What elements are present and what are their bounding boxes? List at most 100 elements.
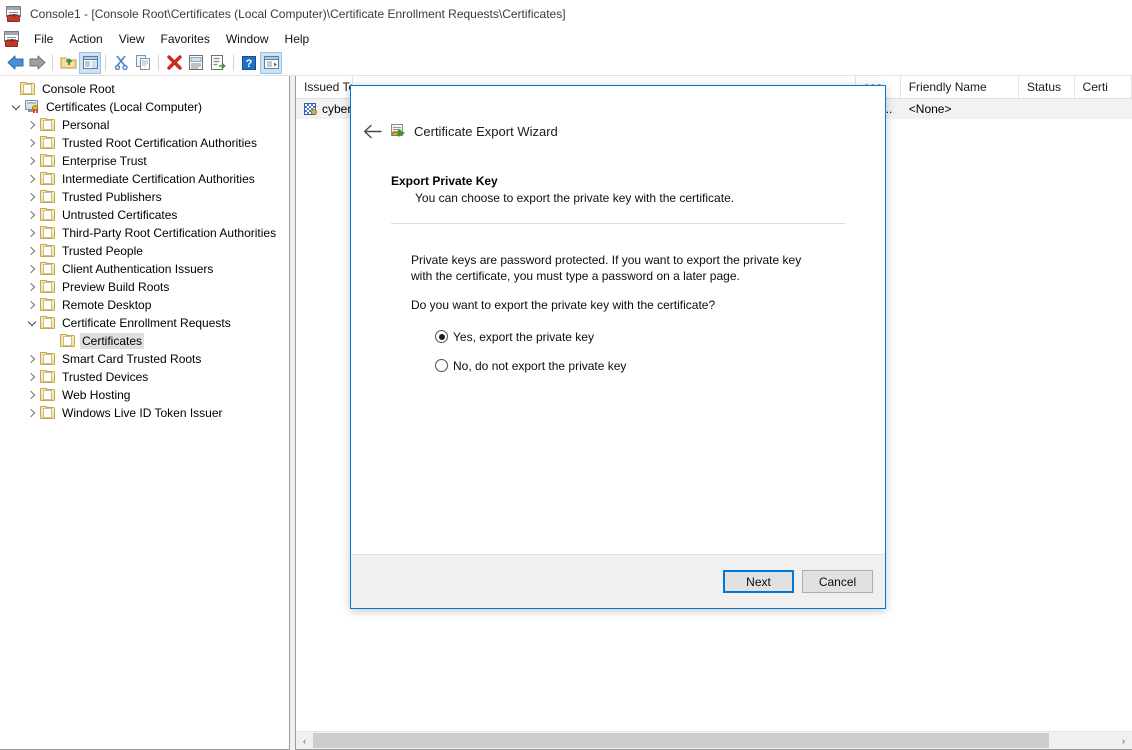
show-action-pane-icon[interactable] <box>260 51 282 74</box>
delete-icon[interactable] <box>163 52 185 74</box>
list-horizontal-scrollbar[interactable]: ‹ › <box>296 731 1132 749</box>
scroll-right-icon[interactable]: › <box>1115 732 1132 749</box>
folder-icon <box>40 298 56 312</box>
help-icon[interactable]: ? <box>238 52 260 74</box>
copy-icon[interactable] <box>132 52 154 74</box>
radio-option-no-export[interactable]: No, do not export the private key <box>435 355 845 376</box>
chevron-right-icon[interactable] <box>24 369 40 385</box>
show-hide-console-tree-icon[interactable] <box>79 51 101 74</box>
tree-item-console-root[interactable]: Console Root <box>0 80 289 98</box>
scrollbar-track[interactable] <box>313 732 1115 749</box>
column-header-friendly-name[interactable]: Friendly Name <box>901 76 1019 98</box>
console-tree-pane[interactable]: Console Root Certificates (Local Compute… <box>0 76 290 750</box>
cut-icon[interactable] <box>110 52 132 74</box>
column-header-issued-to[interactable]: Issued To <box>296 76 354 98</box>
chevron-right-icon[interactable] <box>24 243 40 259</box>
certificate-export-wizard-dialog: close-icon Certificate Export Wizard Exp… <box>350 85 886 609</box>
back-icon[interactable] <box>4 52 26 74</box>
chevron-right-icon[interactable] <box>24 189 40 205</box>
tree-item-web-hosting[interactable]: Web Hosting <box>0 386 289 404</box>
chevron-right-icon[interactable] <box>24 171 40 187</box>
tree-item-certificates[interactable]: Certificates <box>0 332 289 350</box>
tree-item-trusted-devices[interactable]: Trusted Devices <box>0 368 289 386</box>
tree-item-trusted-root-certification-authorities[interactable]: Trusted Root Certification Authorities <box>0 134 289 152</box>
tree-item-intermediate-certification-authorities[interactable]: Intermediate Certification Authorities <box>0 170 289 188</box>
tree-item-smart-card-trusted-roots[interactable]: Smart Card Trusted Roots <box>0 350 289 368</box>
back-arrow-icon[interactable] <box>359 118 385 144</box>
tree-item-third-party-root-certification-authorities[interactable]: Third-Party Root Certification Authoriti… <box>0 224 289 242</box>
export-list-icon[interactable] <box>207 52 229 74</box>
tree-item-remote-desktop[interactable]: Remote Desktop <box>0 296 289 314</box>
radio-option-yes-export[interactable]: Yes, export the private key <box>435 326 845 347</box>
forward-arrow-glyph <box>29 55 45 70</box>
menu-action[interactable]: Action <box>61 29 110 49</box>
dialog-title: Certificate Export Wizard <box>414 123 558 139</box>
chevron-right-icon[interactable] <box>24 117 40 133</box>
tree-item-label: Console Root <box>42 82 115 96</box>
tree-item-label: Certificate Enrollment Requests <box>62 316 231 330</box>
tree-item-trusted-people[interactable]: Trusted People <box>0 242 289 260</box>
tree-item-label: Third-Party Root Certification Authoriti… <box>62 226 277 240</box>
chevron-right-icon[interactable] <box>24 135 40 151</box>
tree-item-label: Web Hosting <box>62 388 131 402</box>
tree-item-label: Certificates <box>80 333 145 349</box>
radio-button-selected-icon[interactable] <box>435 330 448 343</box>
properties-icon[interactable] <box>185 52 207 74</box>
chevron-right-icon[interactable] <box>24 207 40 223</box>
chevron-right-icon[interactable] <box>24 351 40 367</box>
chevron-right-icon[interactable] <box>24 405 40 421</box>
forward-icon[interactable] <box>26 52 48 74</box>
chevron-down-icon[interactable] <box>8 99 24 115</box>
folder-icon <box>40 280 56 294</box>
tree-item-label: Intermediate Certification Authorities <box>62 172 255 186</box>
chevron-right-icon[interactable] <box>24 225 40 241</box>
chevron-right-icon[interactable] <box>24 297 40 313</box>
folder-icon <box>40 226 56 240</box>
column-header-certificate-template[interactable]: Certi <box>1075 76 1132 98</box>
up-one-level-icon[interactable] <box>57 52 79 74</box>
menu-view[interactable]: View <box>111 29 153 49</box>
menu-window[interactable]: Window <box>218 29 277 49</box>
chevron-right-icon[interactable] <box>24 387 40 403</box>
page-heading: Export Private Key <box>391 174 498 188</box>
tree-item-certificates-local-computer[interactable]: Certificates (Local Computer) <box>0 98 289 116</box>
scroll-left-icon[interactable]: ‹ <box>296 732 313 749</box>
cell-issued-to-text: cyber- <box>322 102 354 116</box>
twisty-placeholder <box>44 333 60 349</box>
tree-item-untrusted-certificates[interactable]: Untrusted Certificates <box>0 206 289 224</box>
tree-item-certificate-enrollment-requests[interactable]: Certificate Enrollment Requests <box>0 314 289 332</box>
next-button[interactable]: Next <box>723 570 794 593</box>
tree-item-preview-build-roots[interactable]: Preview Build Roots <box>0 278 289 296</box>
chevron-right-icon[interactable] <box>24 153 40 169</box>
tree-item-label: Personal <box>62 118 110 132</box>
chevron-right-icon[interactable] <box>24 261 40 277</box>
mmc-system-menu-icon[interactable] <box>4 31 20 47</box>
column-header-status[interactable]: Status <box>1019 76 1075 98</box>
tree-item-enterprise-trust[interactable]: Enterprise Trust <box>0 152 289 170</box>
tree-item-windows-live-id-token-issuer[interactable]: Windows Live ID Token Issuer <box>0 404 289 422</box>
menu-help[interactable]: Help <box>277 29 318 49</box>
folder-icon <box>60 334 76 348</box>
chevron-down-icon[interactable] <box>24 315 40 331</box>
tree-item-label: Untrusted Certificates <box>62 208 178 222</box>
tree-item-label: Trusted People <box>62 244 143 258</box>
back-arrow-glyph <box>7 55 23 70</box>
menu-file[interactable]: File <box>26 29 61 49</box>
title-bar: Console1 - [Console Root\Certificates (L… <box>0 0 1132 28</box>
cell-friendly-name: <None> <box>908 102 952 116</box>
tree-item-trusted-publishers[interactable]: Trusted Publishers <box>0 188 289 206</box>
tree-item-client-authentication-issuers[interactable]: Client Authentication Issuers <box>0 260 289 278</box>
tree-item-personal[interactable]: Personal <box>0 116 289 134</box>
chevron-right-icon[interactable] <box>24 279 40 295</box>
close-icon[interactable]: close-icon <box>840 86 885 115</box>
menu-favorites[interactable]: Favorites <box>153 29 218 49</box>
copy-pages-glyph <box>135 55 150 70</box>
cancel-button[interactable]: Cancel <box>802 570 873 593</box>
toolbar-separator <box>158 54 159 71</box>
radio-button-unselected-icon[interactable] <box>435 359 448 372</box>
tree-item-label: Remote Desktop <box>62 298 152 312</box>
scrollbar-thumb[interactable] <box>313 733 1049 748</box>
dialog-caption-bar: close-icon <box>351 86 885 116</box>
tree-item-label: Certificates (Local Computer) <box>46 100 203 114</box>
radio-option-yes-label: Yes, export the private key <box>453 329 594 344</box>
